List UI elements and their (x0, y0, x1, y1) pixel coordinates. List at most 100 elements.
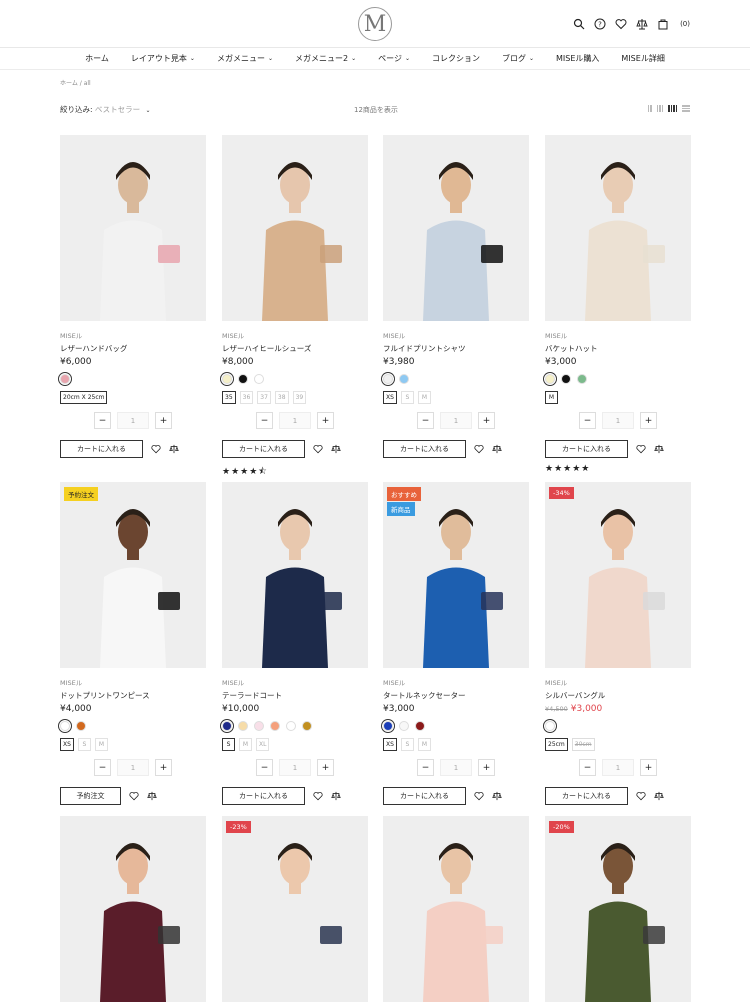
color-swatch[interactable] (545, 374, 555, 384)
compare-icon[interactable] (491, 791, 502, 802)
add-to-cart-button[interactable]: カートに入れる (545, 787, 628, 805)
product-image[interactable] (222, 482, 368, 668)
product-image[interactable]: -34% (545, 482, 691, 668)
add-to-cart-button[interactable]: カートに入れる (60, 440, 143, 458)
increase-button[interactable]: + (155, 412, 172, 429)
product-title[interactable]: ドットプリントワンピース (60, 690, 206, 701)
product-title[interactable]: フルイドプリントシャツ (383, 343, 529, 354)
wishlist-icon[interactable] (473, 791, 484, 802)
bag-icon[interactable] (657, 18, 669, 30)
product-image[interactable]: -20% (545, 816, 691, 1002)
wishlist-icon[interactable] (150, 444, 161, 455)
quantity-input[interactable]: 1 (117, 412, 149, 429)
compare-icon[interactable] (653, 444, 664, 455)
product-title[interactable]: テーラードコート (222, 690, 368, 701)
search-icon[interactable] (573, 18, 585, 30)
compare-icon[interactable] (146, 791, 157, 802)
color-swatch[interactable] (545, 721, 555, 731)
nav-item[interactable]: メガメニュー2 ⌄ (295, 53, 356, 64)
color-swatch[interactable] (222, 374, 232, 384)
cart-count[interactable]: (0) (680, 20, 690, 28)
wishlist-icon[interactable] (312, 444, 323, 455)
decrease-button[interactable]: − (417, 759, 434, 776)
size-option[interactable]: 30cm (571, 738, 595, 751)
grid-2-icon[interactable] (647, 105, 652, 112)
product-image[interactable] (545, 135, 691, 321)
color-swatch[interactable] (561, 374, 571, 384)
color-swatch[interactable] (60, 721, 70, 731)
product-vendor[interactable]: MISEル (383, 330, 529, 340)
nav-item[interactable]: ブログ ⌄ (502, 53, 534, 64)
color-swatch[interactable] (222, 721, 232, 731)
size-option[interactable]: 25cm (545, 738, 568, 751)
wishlist-icon[interactable] (635, 791, 646, 802)
product-title[interactable]: レザーハイヒールシューズ (222, 343, 368, 354)
color-swatch[interactable] (254, 721, 264, 731)
size-option[interactable]: 20cm X 25cm (60, 391, 108, 404)
product-vendor[interactable]: MISEル (60, 677, 206, 687)
color-swatch[interactable] (302, 721, 312, 731)
size-option[interactable]: XS (383, 391, 397, 404)
product-image[interactable]: -23% (222, 816, 368, 1002)
quantity-input[interactable]: 1 (117, 759, 149, 776)
product-vendor[interactable]: MISEル (60, 330, 206, 340)
nav-item[interactable]: レイアウト見本 ⌄ (131, 53, 195, 64)
product-image[interactable]: おすすめ 新商品 (383, 482, 529, 668)
product-vendor[interactable]: MISEル (545, 677, 691, 687)
size-option[interactable]: S (400, 738, 414, 751)
size-option[interactable]: 37 (257, 391, 271, 404)
decrease-button[interactable]: − (417, 412, 434, 429)
nav-item[interactable]: ホーム (85, 53, 109, 64)
color-swatch[interactable] (238, 721, 248, 731)
size-option[interactable]: 38 (274, 391, 289, 404)
product-title[interactable]: バケットハット (545, 343, 691, 354)
product-title[interactable]: タートルネックセーター (383, 690, 529, 701)
nav-item[interactable]: メガメニュー ⌄ (217, 53, 273, 64)
product-vendor[interactable]: MISEル (383, 677, 529, 687)
quantity-input[interactable]: 1 (279, 412, 311, 429)
grid-4-icon[interactable] (668, 105, 677, 112)
product-image[interactable] (383, 816, 529, 1002)
increase-button[interactable]: + (155, 759, 172, 776)
color-swatch[interactable] (399, 374, 409, 384)
size-option[interactable]: 36 (239, 391, 254, 404)
size-option[interactable]: S (77, 738, 91, 751)
heart-icon[interactable] (615, 18, 627, 30)
product-image[interactable] (383, 135, 529, 321)
color-swatch[interactable] (399, 721, 409, 731)
quantity-input[interactable]: 1 (440, 412, 472, 429)
size-option[interactable]: 39 (292, 391, 307, 404)
decrease-button[interactable]: − (94, 412, 111, 429)
increase-button[interactable]: + (478, 412, 495, 429)
size-option[interactable]: S (400, 391, 414, 404)
nav-item[interactable]: MISEル購入 (556, 53, 599, 64)
wishlist-icon[interactable] (635, 444, 646, 455)
quantity-input[interactable]: 1 (279, 759, 311, 776)
add-to-cart-button[interactable]: カートに入れる (383, 440, 466, 458)
quantity-input[interactable]: 1 (602, 759, 634, 776)
sort-select[interactable]: 絞り込み: ベストセラー ⌄ (60, 104, 151, 115)
nav-item[interactable]: コレクション (432, 53, 480, 64)
add-to-cart-button[interactable]: 予約注文 (60, 787, 121, 805)
logo[interactable]: M (358, 7, 392, 41)
color-swatch[interactable] (76, 721, 86, 731)
compare-icon[interactable] (330, 791, 341, 802)
add-to-cart-button[interactable]: カートに入れる (222, 787, 305, 805)
decrease-button[interactable]: − (256, 412, 273, 429)
add-to-cart-button[interactable]: カートに入れる (545, 440, 628, 458)
increase-button[interactable]: + (317, 412, 334, 429)
product-image[interactable] (222, 135, 368, 321)
wishlist-icon[interactable] (473, 444, 484, 455)
increase-button[interactable]: + (478, 759, 495, 776)
color-swatch[interactable] (254, 374, 264, 384)
color-swatch[interactable] (286, 721, 296, 731)
quantity-input[interactable]: 1 (602, 412, 634, 429)
decrease-button[interactable]: − (94, 759, 111, 776)
decrease-button[interactable]: − (579, 759, 596, 776)
compare-icon[interactable] (636, 18, 648, 30)
compare-icon[interactable] (653, 791, 664, 802)
nav-item[interactable]: ページ ⌄ (378, 53, 410, 64)
product-title[interactable]: レザーハンドバッグ (60, 343, 206, 354)
product-image[interactable]: 予約注文 (60, 482, 206, 668)
product-image[interactable] (60, 816, 206, 1002)
